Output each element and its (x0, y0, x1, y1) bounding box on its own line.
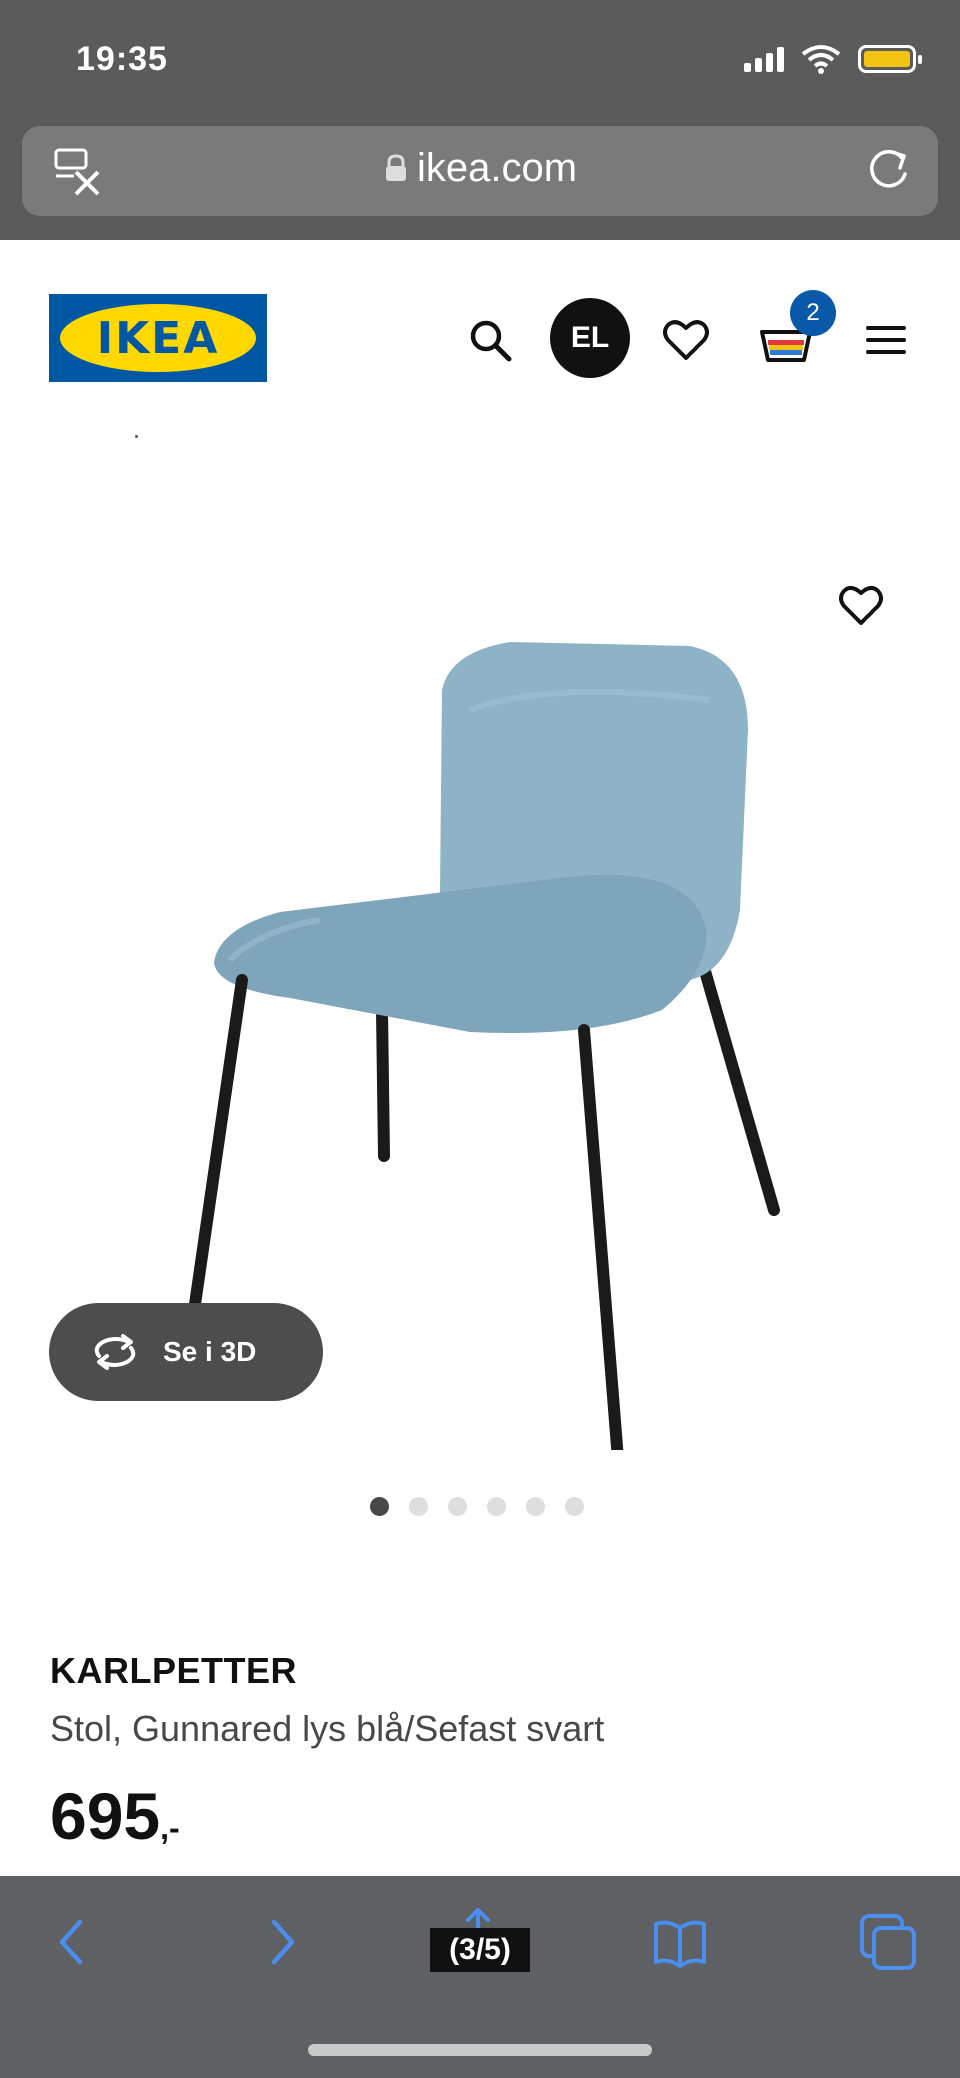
search-icon[interactable] (466, 316, 514, 364)
view-in-3d-button[interactable]: Se i 3D (49, 1303, 323, 1401)
page-counter: (3/5) (430, 1928, 530, 1972)
tabs-icon[interactable] (858, 1912, 918, 1972)
reload-icon[interactable] (862, 144, 914, 196)
web-page: IKEA EL 2 Se i 3D KARLPETTER Stol, Gunna… (0, 240, 960, 1876)
rotate-3d-icon (94, 1334, 136, 1370)
home-indicator[interactable] (308, 2044, 652, 2056)
gallery-dot[interactable] (448, 1497, 467, 1516)
gallery-dot[interactable] (526, 1497, 545, 1516)
forward-icon[interactable] (250, 1912, 310, 1972)
url-display[interactable]: ikea.com (22, 146, 938, 191)
gallery-dot[interactable] (487, 1497, 506, 1516)
ikea-logo[interactable]: IKEA (49, 294, 267, 382)
favorite-heart-icon[interactable] (836, 580, 886, 630)
gallery-dot[interactable] (565, 1497, 584, 1516)
gallery-dot[interactable] (409, 1497, 428, 1516)
gallery-dot[interactable] (370, 1497, 389, 1516)
gallery-pagination (370, 1497, 584, 1516)
battery-icon (858, 45, 922, 73)
wifi-icon (801, 45, 841, 74)
product-name: KARLPETTER (50, 1650, 297, 1691)
lock-icon (385, 154, 406, 181)
bookmarks-icon[interactable] (650, 1912, 710, 1972)
price-value: 695 (50, 1779, 161, 1853)
signal-icon (744, 46, 784, 72)
heart-icon[interactable] (660, 314, 712, 366)
status-icons (744, 44, 922, 74)
menu-icon[interactable] (862, 318, 910, 362)
logo-text: IKEA (60, 304, 256, 372)
product-price: 695,- (50, 1778, 180, 1854)
cart-count-badge: 2 (790, 290, 836, 336)
product-description: Stol, Gunnared lys blå/Sefast svart (50, 1708, 605, 1749)
view-in-3d-label: Se i 3D (163, 1336, 257, 1367)
decorative-dot (135, 435, 138, 438)
status-bar: 19:35 (0, 0, 960, 118)
price-suffix: ,- (160, 1810, 180, 1846)
url-domain: ikea.com (416, 146, 578, 190)
back-icon[interactable] (44, 1912, 104, 1972)
address-bar[interactable]: ikea.com (22, 126, 938, 216)
avatar[interactable]: EL (550, 298, 630, 378)
battery-level (864, 51, 910, 67)
clock: 19:35 (76, 40, 168, 78)
